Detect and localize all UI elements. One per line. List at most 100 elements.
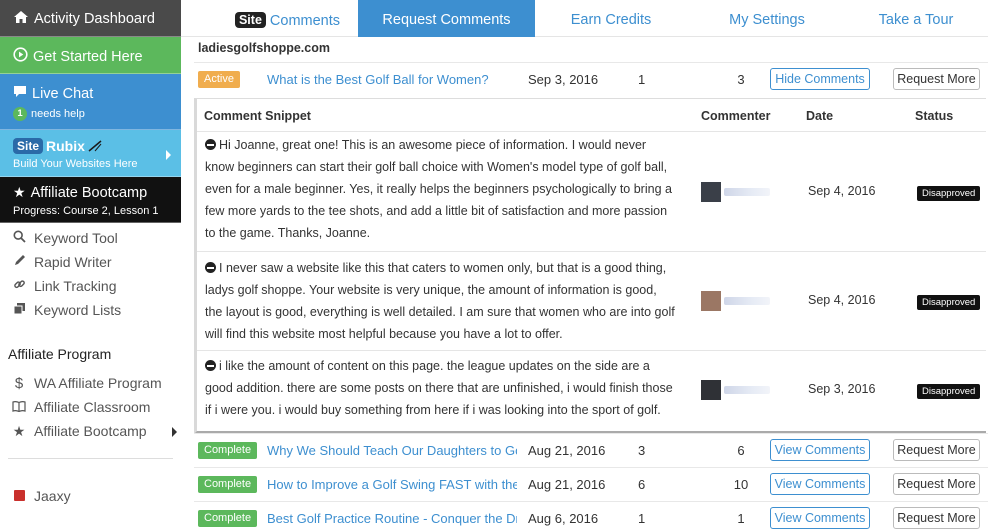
tools-menu: Keyword Tool Rapid Writer Link Tracking … (0, 226, 181, 322)
comments-count: 10 (733, 477, 749, 492)
jaaxy-icon (12, 489, 26, 504)
comment-date: Sep 4, 2016 (808, 293, 876, 307)
search-icon (12, 230, 26, 246)
sidebar-item-rapid-writer[interactable]: Rapid Writer (0, 250, 181, 274)
tab-label: My Settings (729, 12, 805, 28)
sidebar-item-label: Get Started Here (33, 48, 143, 65)
request-more-button[interactable]: Request More (893, 439, 980, 461)
sidebar-item-label: WA Affiliate Program (34, 375, 162, 391)
status-badge: Complete (198, 510, 258, 527)
sidebar-item-keyword-lists[interactable]: Keyword Lists (0, 298, 181, 322)
sidebar-item-affiliate-classroom[interactable]: Affiliate Classroom (0, 395, 181, 419)
view-comments-button[interactable]: View Comments (770, 473, 870, 495)
affiliate-program-heading: Affiliate Program (8, 346, 112, 362)
tab-my-settings[interactable]: My Settings (687, 0, 847, 37)
affiliate-menu: $ WA Affiliate Program Affiliate Classro… (0, 371, 181, 443)
star-icon: ★ (12, 422, 26, 439)
home-icon (13, 10, 29, 28)
sidebar-item-label: Link Tracking (34, 278, 117, 294)
rubix-swoosh-icon (88, 140, 102, 152)
bootcamp-progress: Progress: Course 2, Lesson 1 (13, 205, 159, 217)
comment-date: Sep 4, 2016 (808, 184, 876, 198)
comments-count: 3 (737, 72, 745, 87)
tab-label: Earn Credits (570, 12, 652, 28)
sidebar-item-label: Keyword Tool (34, 230, 118, 246)
tab-label: Request Comments (382, 12, 511, 28)
commenter-avatar (701, 290, 771, 312)
tab-request-comments[interactable]: Request Comments (358, 0, 535, 37)
sidebar-item-label: Live Chat (32, 86, 94, 102)
sidebar-item-activity-dashboard[interactable]: Activity Dashboard (0, 0, 181, 37)
request-more-button[interactable]: Request More (893, 507, 980, 529)
comment-text: I never saw a website like this that cat… (205, 261, 675, 341)
tab-take-a-tour[interactable]: Take a Tour (847, 0, 985, 37)
sidebar-item-label: Jaaxy (34, 488, 71, 504)
table-row: Complete How to Improve a Golf Swing FAS… (194, 467, 988, 501)
tab-site-comments[interactable]: Site Comments (217, 0, 358, 37)
tab-label: Comments (269, 13, 341, 29)
star-icon: ★ (13, 184, 26, 200)
comment-row: I never saw a website like this that cat… (197, 251, 986, 350)
sidebar-item-label: Affiliate Classroom (34, 399, 151, 415)
view-comments-button[interactable]: View Comments (770, 507, 870, 529)
needs-help-label: needs help (31, 108, 85, 120)
post-title-link[interactable]: Why We Should Teach Our Daughters to Gol… (267, 443, 517, 458)
copy-icon (12, 302, 26, 318)
sidebar-item-label: Keyword Lists (34, 302, 122, 318)
play-circle-icon (13, 47, 28, 66)
site-comments-tabs: Site Comments Request Comments Earn Credi… (181, 0, 988, 37)
table-row: Complete Best Golf Practice Routine - Co… (194, 501, 988, 529)
sidebar-item-get-started[interactable]: Get Started Here (0, 37, 181, 74)
sidebar-item-label: Rapid Writer (34, 254, 112, 270)
commenter-name-blurred (724, 386, 770, 394)
requested-count: 6 (638, 477, 646, 492)
minus-circle-icon[interactable] (205, 262, 216, 273)
website-domain: ladiesgolfshoppe.com (198, 41, 330, 55)
tab-earn-credits[interactable]: Earn Credits (535, 0, 687, 37)
request-more-button[interactable]: Request More (893, 473, 980, 495)
sidebar-item-siterubix[interactable]: Site Rubix Build Your Websites Here (0, 130, 181, 177)
dollar-icon: $ (14, 374, 24, 392)
requested-count: 1 (638, 72, 646, 87)
siterubix-tagline: Build Your Websites Here (13, 158, 138, 170)
comments-panel: Comment Snippet Commenter Date Status Hi… (194, 98, 986, 434)
request-date: Aug 6, 2016 (528, 511, 599, 526)
chevron-right-icon (172, 427, 177, 437)
post-title-link[interactable]: How to Improve a Golf Swing FAST with th… (267, 477, 517, 492)
jaaxy-menu: Jaaxy (0, 484, 181, 508)
column-header-commenter: Commenter (701, 109, 771, 123)
comment-date: Sep 3, 2016 (808, 382, 876, 396)
status-badge: Disapproved (917, 295, 981, 310)
pencil-icon (12, 254, 26, 270)
status-badge: Disapproved (917, 186, 981, 201)
comment-row: i like the amount of content on this pag… (197, 350, 986, 432)
sidebar-item-affiliate-bootcamp[interactable]: ★ Affiliate Bootcamp (0, 419, 181, 443)
request-date: Aug 21, 2016 (528, 443, 606, 458)
sidebar-item-jaaxy[interactable]: Jaaxy (0, 484, 181, 508)
comments-count: 1 (737, 511, 745, 526)
tab-label: Take a Tour (878, 12, 954, 28)
minus-circle-icon[interactable] (205, 139, 216, 150)
sidebar-item-keyword-tool[interactable]: Keyword Tool (0, 226, 181, 250)
sidebar-item-label: Affiliate Bootcamp (30, 184, 148, 201)
post-title-link[interactable]: What is the Best Golf Ball for Women? (267, 72, 517, 87)
avatar-image (701, 291, 721, 311)
commenter-name-blurred (724, 297, 770, 305)
siterubix-logo: Site Rubix (13, 138, 181, 154)
commenter-name-blurred (724, 188, 770, 196)
sidebar-item-wa-affiliate-program[interactable]: $ WA Affiliate Program (0, 371, 181, 395)
hide-comments-button[interactable]: Hide Comments (770, 68, 870, 90)
request-date: Aug 21, 2016 (528, 477, 606, 492)
sidebar-item-live-chat[interactable]: Live Chat 1 needs help (0, 74, 181, 130)
sidebar-item-link-tracking[interactable]: Link Tracking (0, 274, 181, 298)
column-header-snippet: Comment Snippet (204, 109, 311, 123)
post-title-link[interactable]: Best Golf Practice Routine - Conquer the… (267, 511, 517, 526)
sidebar-item-label: Activity Dashboard (34, 11, 155, 27)
sidebar-divider (8, 458, 173, 459)
commenter-avatar (701, 181, 771, 203)
column-header-date: Date (806, 109, 834, 123)
request-more-button[interactable]: Request More (893, 68, 980, 90)
sidebar-item-affiliate-bootcamp-progress[interactable]: ★ Affiliate Bootcamp Progress: Course 2,… (0, 177, 181, 223)
minus-circle-icon[interactable] (205, 360, 216, 371)
view-comments-button[interactable]: View Comments (770, 439, 870, 461)
